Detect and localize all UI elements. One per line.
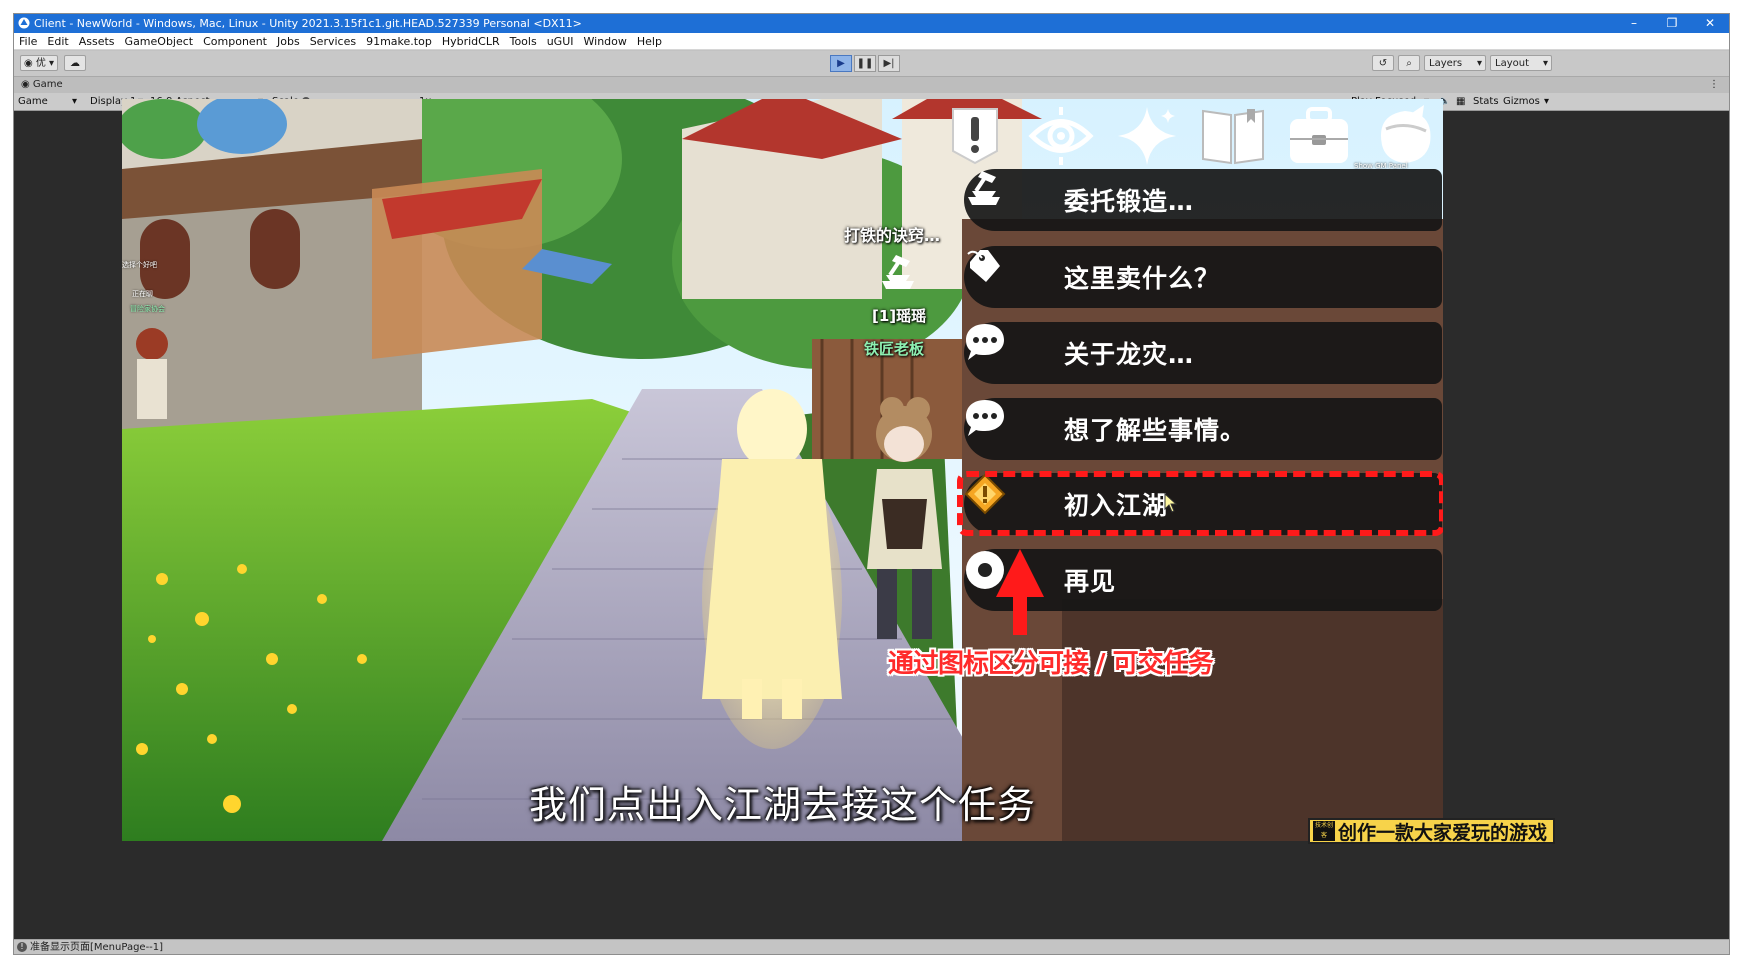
menu-tools[interactable]: Tools: [510, 33, 537, 49]
history-icon: ↺: [1378, 58, 1388, 69]
left-npc-label-1: 选择个好吧: [122, 261, 157, 269]
npc-interaction-hint: 打铁的诀窍…: [844, 226, 941, 245]
step-button[interactable]: ▶|: [878, 55, 900, 72]
menu-bar: File Edit Assets GameObject Component Jo…: [14, 33, 1729, 50]
video-subtitle: 我们点出入江湖去接这个任务: [528, 783, 1036, 827]
wish-button[interactable]: [1110, 101, 1184, 171]
menu-services[interactable]: Services: [310, 33, 356, 49]
close-button[interactable]: ✕: [1691, 14, 1729, 33]
chat-bubble-icon: [966, 324, 1052, 376]
play-button[interactable]: ▶: [830, 55, 852, 72]
watermark-text: 创作一款大家爱玩的游戏: [1338, 821, 1548, 844]
npc-title: 铁匠老板: [864, 340, 925, 358]
dialog-option-dragon-disaster[interactable]: 关于龙灾…: [964, 322, 1442, 384]
gamepad-icon: ◉: [21, 79, 33, 90]
left-npc-label-3: 冒险家协会: [130, 305, 165, 313]
play-controls: ▶ ❚❚ ▶|: [830, 55, 900, 72]
dialog-option-label: 关于龙灾…: [1064, 340, 1195, 369]
dialog-option-commission-forging[interactable]: 委托锻造…: [964, 169, 1442, 231]
character-portrait-icon: [1380, 105, 1431, 163]
chevron-down-icon: ▾: [72, 96, 78, 107]
menu-assets[interactable]: Assets: [79, 33, 115, 49]
cloud-icon: ☁: [70, 58, 80, 69]
mouse-cursor-icon: [1164, 493, 1178, 513]
menu-91make[interactable]: 91make.top: [366, 33, 432, 49]
main-toolbar: ◉ 优 ▾ ☁ ▶ ❚❚ ▶| ↺ ⌕ Layers ▾ Layout ▾: [14, 51, 1729, 77]
menu-edit[interactable]: Edit: [47, 33, 68, 49]
menu-gameobject[interactable]: GameObject: [125, 33, 194, 49]
account-dropdown[interactable]: ◉ 优 ▾: [20, 55, 58, 71]
window-controls: – ❐ ✕: [1615, 14, 1729, 33]
chevron-down-icon: ▾: [1476, 58, 1482, 69]
layers-dropdown[interactable]: Layers ▾: [1424, 55, 1486, 71]
channel-watermark: 技术创客 创作一款大家爱玩的游戏: [1308, 818, 1556, 844]
title-bar: Client - NewWorld - Windows, Mac, Linux …: [14, 14, 1729, 33]
price-tag-icon: [967, 250, 1052, 300]
eye-button[interactable]: [1024, 101, 1098, 171]
search-button[interactable]: ⌕: [1398, 55, 1420, 71]
menu-jobs[interactable]: Jobs: [277, 33, 300, 49]
unity-logo-icon: [18, 17, 30, 29]
stats-button[interactable]: Stats: [1473, 93, 1499, 110]
menu-file[interactable]: File: [19, 33, 37, 49]
play-icon: ▶: [837, 58, 845, 69]
inventory-button[interactable]: [1282, 101, 1356, 171]
minimize-button[interactable]: –: [1615, 14, 1653, 33]
menu-help[interactable]: Help: [637, 33, 662, 49]
quest-alert-icon: [952, 108, 998, 165]
menu-window[interactable]: Window: [584, 33, 627, 49]
dialog-option-label: 委托锻造…: [1064, 187, 1195, 216]
handbook-button[interactable]: [1196, 101, 1270, 171]
step-icon: ▶|: [883, 58, 895, 69]
maximize-button[interactable]: ❐: [1653, 14, 1691, 33]
view-select[interactable]: Game: [18, 93, 48, 110]
status-bar: ! 准备显示页面[MenuPage--1]: [14, 939, 1729, 954]
menu-hybridclr[interactable]: HybridCLR: [442, 33, 500, 49]
star-sparkle-icon: [1118, 107, 1176, 165]
channel-logo: 技术创客: [1313, 821, 1335, 841]
menu-ugui[interactable]: uGUI: [547, 33, 574, 49]
pause-icon: ❚❚: [856, 58, 874, 69]
unity-editor-window: Client - NewWorld - Windows, Mac, Linux …: [14, 14, 1729, 954]
tab-menu-icon[interactable]: ⋮: [1709, 77, 1719, 93]
dialog-option-label: 这里卖什么？: [1064, 264, 1221, 293]
grid-icon[interactable]: ▦: [1456, 93, 1465, 110]
chat-bubble-icon: [966, 400, 1052, 452]
history-button[interactable]: ↺: [1372, 55, 1394, 71]
window-title: Client - NewWorld - Windows, Mac, Linux …: [34, 17, 582, 30]
dialog-option-learn-things[interactable]: 想了解些事情。: [964, 398, 1442, 460]
npc-name: [1]瑶瑶: [872, 307, 927, 325]
dialog-option-shop[interactable]: 这里卖什么？: [964, 246, 1442, 308]
search-icon: ⌕: [1406, 58, 1412, 69]
game-scene[interactable]: 选择个好吧 正在聊 冒险家协会 Show GM Panel 打铁的诀窍… [1]…: [122, 99, 1443, 841]
chevron-down-icon: ▾: [1544, 96, 1550, 107]
dialog-option-label: 初入江湖: [1064, 491, 1169, 520]
dialog-option-label: 想了解些事情。: [1064, 416, 1247, 445]
gizmos-button[interactable]: Gizmos: [1503, 93, 1540, 110]
backpack-icon: [1290, 107, 1348, 163]
chevron-down-icon: ▾: [1542, 58, 1548, 69]
layout-dropdown[interactable]: Layout ▾: [1490, 55, 1552, 71]
quest-alert-button[interactable]: [938, 101, 1012, 171]
cloud-button[interactable]: ☁: [64, 55, 86, 71]
book-icon: [1202, 109, 1264, 165]
account-icon: ◉: [23, 58, 36, 69]
quest-diamond-icon: [964, 473, 1052, 527]
anvil-hammer-icon: [882, 255, 914, 289]
status-message[interactable]: 准备显示页面[MenuPage--1]: [30, 940, 163, 954]
anvil-hammer-icon: [968, 171, 1052, 223]
pause-button[interactable]: ❚❚: [854, 55, 876, 72]
tab-game[interactable]: ◉ Game: [18, 77, 69, 93]
annotation-text: 通过图标区分可接 / 可交任务: [888, 649, 1214, 679]
dialog-option-quest-chu-ru-jiang-hu[interactable]: 初入江湖: [964, 473, 1442, 535]
eye-icon: [1028, 107, 1094, 165]
left-npc-label-2: 正在聊: [132, 290, 153, 298]
character-button[interactable]: [1368, 101, 1442, 171]
annotation-arrow-icon: [996, 549, 1044, 635]
game-tab-row: ◉ Game ⋮: [14, 77, 1729, 93]
menu-component[interactable]: Component: [203, 33, 267, 49]
info-icon: !: [17, 942, 27, 952]
dialog-option-label: 再见: [1064, 567, 1117, 596]
